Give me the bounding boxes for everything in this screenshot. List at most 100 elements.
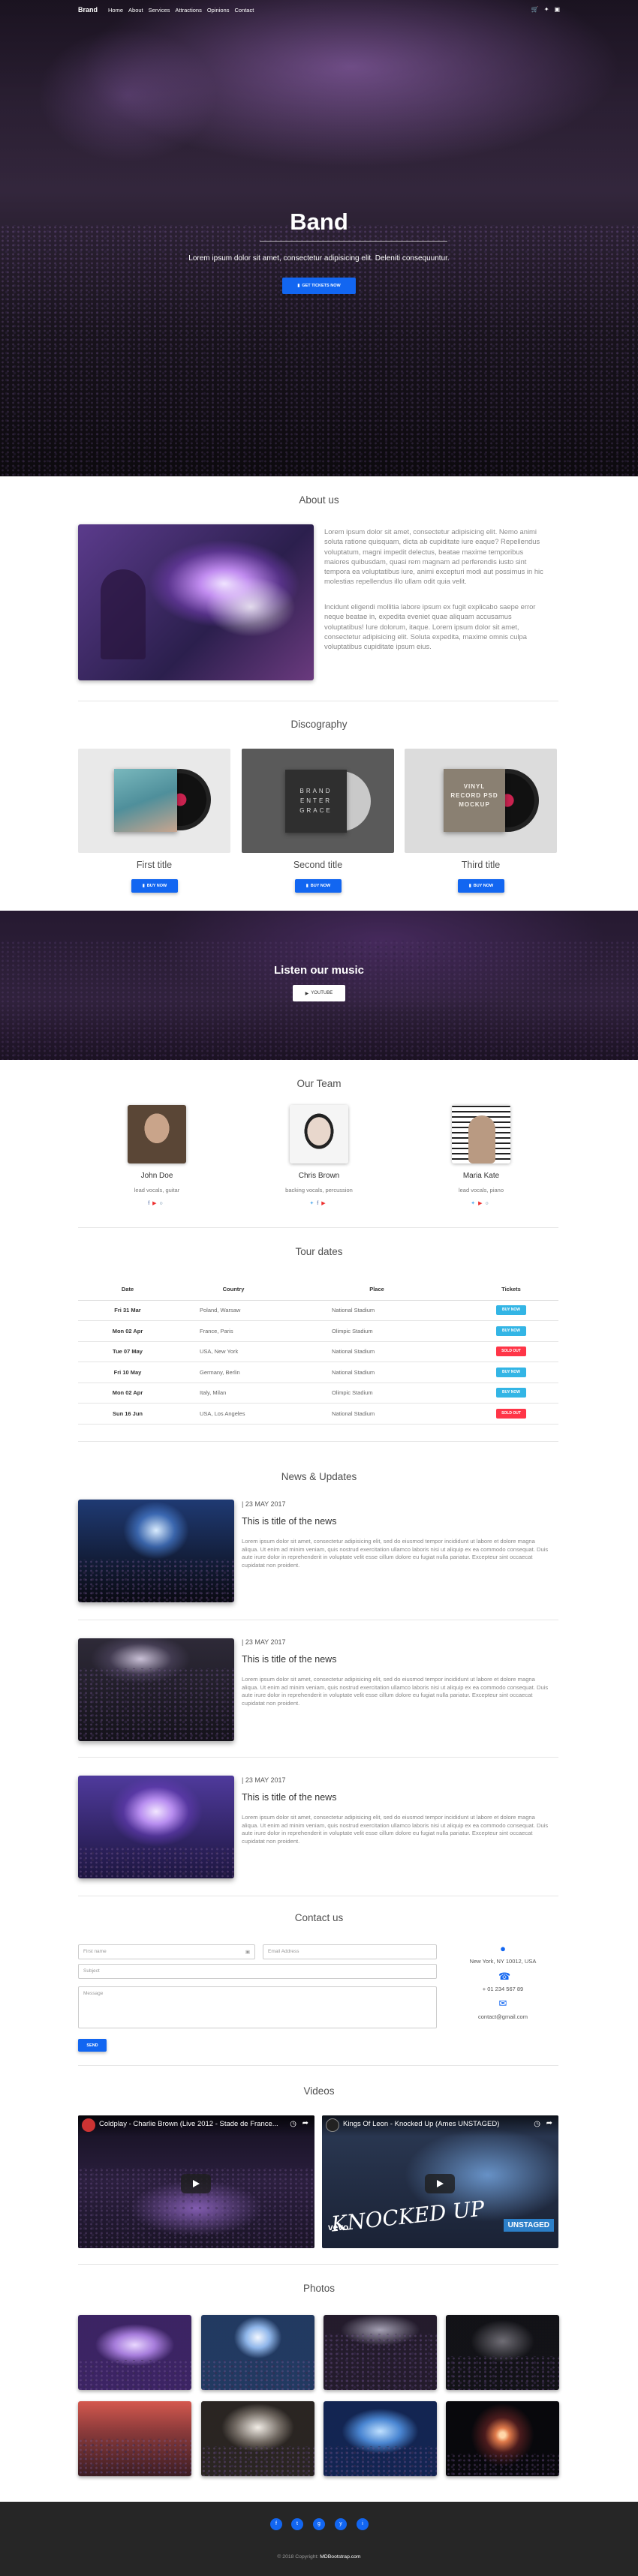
google-plus-icon[interactable]: g [313, 2518, 325, 2530]
buy-label: BUY NOW [473, 884, 494, 888]
twitter-icon[interactable]: ✦ [471, 1201, 478, 1206]
nav-home[interactable]: Home [108, 7, 123, 14]
nav-attractions[interactable]: Attractions [175, 7, 201, 14]
table-row: Tue 07 May USA, New York National Stadium S… [78, 1341, 558, 1362]
twitter-icon[interactable]: ✦ [544, 7, 549, 13]
gallery-photo-2[interactable] [201, 2315, 314, 2390]
video-player-2[interactable]: Kings Of Leon - Knocked Up (Ames UNSTAGE… [322, 2115, 558, 2248]
user-icon: ▣ [245, 1950, 250, 1955]
video-player-1[interactable]: Coldplay - Charlie Brown (Live 2012 - St… [78, 2115, 314, 2248]
gallery-photo-1[interactable] [78, 2315, 191, 2390]
twitter-icon[interactable]: ✦ [309, 1201, 317, 1206]
news-title-2[interactable]: This is title of the news [242, 1654, 336, 1665]
nav-about[interactable]: About [128, 7, 143, 14]
news-image-2 [78, 1638, 234, 1741]
name-field[interactable]: First name ▣ [78, 1944, 255, 1959]
nav-opinions[interactable]: Opinions [207, 7, 230, 14]
table-header-row: Date Country Place Tickets [78, 1279, 558, 1301]
send-button[interactable]: SEND [78, 2039, 107, 2052]
contact-email[interactable]: contact@gmail.com [458, 2013, 548, 2020]
footer-copyright: © 2018 Copyright: MDBootstrap.com [0, 2554, 638, 2559]
message-placeholder: Message [83, 1991, 104, 1996]
youtube-button[interactable]: ▶ YOUTUBE [293, 985, 345, 1001]
col-tickets: Tickets [464, 1279, 558, 1301]
about-paragraph-1: Lorem ipsum dolor sit amet, consectetur … [324, 527, 543, 586]
channel-avatar[interactable] [326, 2118, 339, 2132]
facebook-icon[interactable]: f [270, 2518, 282, 2530]
knocked-up-overlay: KNOCKED UP [330, 2196, 486, 2237]
tour-ticket-cell: BUY NOW [464, 1320, 558, 1342]
about-paragraph-2: Incidunt eligendi mollitia labore ipsum … [324, 602, 536, 651]
play-button[interactable] [181, 2174, 211, 2193]
tour-date: Fri 10 May [78, 1362, 177, 1383]
news-title-3[interactable]: This is title of the news [242, 1792, 336, 1803]
divider [78, 2065, 558, 2066]
news-title-1[interactable]: This is title of the news [242, 1516, 336, 1527]
cart-icon[interactable]: 🛒 [531, 7, 539, 13]
nav-contact[interactable]: Contact [234, 7, 254, 14]
subject-field[interactable]: Subject [78, 1964, 437, 1979]
buy-label: BUY NOW [146, 884, 167, 888]
gallery-photo-8[interactable] [446, 2401, 559, 2476]
team-role-3: lead vocals, piano [458, 1187, 504, 1193]
team-name-2: Chris Brown [298, 1172, 340, 1180]
instagram-icon[interactable]: i [357, 2518, 369, 2530]
message-field[interactable]: Message [78, 1986, 437, 2028]
navbar: Brand Home About Services Attractions Op… [0, 0, 638, 20]
youtube-icon: ▶ [305, 991, 309, 996]
ticket-button[interactable]: BUY NOW [496, 1388, 526, 1398]
gallery-photo-6[interactable] [201, 2401, 314, 2476]
album-title-1: First title [136, 860, 173, 870]
divider [78, 2264, 558, 2265]
buy-album-3-button[interactable]: ▮ BUY NOW [458, 879, 504, 893]
youtube-icon[interactable]: ▶ [152, 1201, 159, 1206]
team-social-1: f▶○ [97, 1200, 217, 1206]
about-image [78, 524, 314, 680]
ticket-icon: ▮ [297, 284, 300, 288]
album-3-sleeve-text: VINYL RECORD PSD MOCKUP [444, 769, 505, 832]
buy-album-2-button[interactable]: ▮ BUY NOW [295, 879, 342, 893]
gallery-photo-4[interactable] [446, 2315, 559, 2390]
ticket-button[interactable]: BUY NOW [496, 1326, 526, 1336]
ticket-button[interactable]: SOLD OUT [496, 1347, 526, 1357]
tour-country: Poland, Warsaw [177, 1300, 290, 1321]
tour-date: Tue 07 May [78, 1341, 177, 1362]
footer [0, 2502, 638, 2576]
gallery-photo-3[interactable] [324, 2315, 437, 2390]
ticket-button[interactable]: SOLD OUT [496, 1408, 526, 1419]
email-placeholder: Email Address [268, 1949, 299, 1954]
brand-logo[interactable]: Brand [78, 6, 98, 14]
tour-country: USA, Los Angeles [177, 1403, 290, 1425]
discography-title: Discography [290, 719, 348, 730]
nav-services[interactable]: Services [149, 7, 170, 14]
team-role-2: backing vocals, percussion [285, 1187, 353, 1193]
play-button[interactable] [425, 2174, 455, 2193]
ticket-button[interactable]: BUY NOW [496, 1367, 526, 1377]
tour-date: Mon 02 Apr [78, 1320, 177, 1342]
instagram-icon[interactable]: ▣ [554, 7, 560, 13]
col-country: Country [177, 1279, 290, 1301]
video-title-1[interactable]: Coldplay - Charlie Brown (Live 2012 - St… [99, 2120, 287, 2128]
channel-avatar[interactable] [82, 2118, 95, 2132]
hero-section [0, 0, 638, 476]
gallery-photo-5[interactable] [78, 2401, 191, 2476]
news-body-1: Lorem ipsum dolor sit amet, consectetur … [242, 1538, 549, 1569]
youtube-icon[interactable]: ▶ [478, 1201, 485, 1206]
youtube-icon[interactable]: y [335, 2518, 347, 2530]
ticket-button[interactable]: BUY NOW [496, 1305, 526, 1316]
share-icon[interactable]: ➦ [302, 2119, 308, 2127]
share-icon[interactable]: ➦ [546, 2119, 552, 2127]
gallery-photo-7[interactable] [324, 2401, 437, 2476]
team-social-3: ✦▶○ [421, 1200, 541, 1206]
copyright-link[interactable]: MDBootstrap.com [320, 2554, 360, 2559]
twitter-icon[interactable]: t [291, 2518, 303, 2530]
video-title-2[interactable]: Kings Of Leon - Knocked Up (Ames UNSTAGE… [343, 2120, 531, 2128]
clock-icon[interactable]: ◷ [290, 2120, 296, 2128]
buy-album-1-button[interactable]: ▮ BUY NOW [131, 879, 178, 893]
get-tickets-button[interactable]: ▮ GET TICKETS NOW [282, 278, 356, 294]
youtube-icon[interactable]: ▶ [321, 1201, 328, 1206]
instagram-icon[interactable]: ○ [486, 1201, 492, 1206]
clock-icon[interactable]: ◷ [534, 2120, 540, 2128]
instagram-icon[interactable]: ○ [160, 1201, 166, 1206]
email-field[interactable]: Email Address [263, 1944, 437, 1959]
